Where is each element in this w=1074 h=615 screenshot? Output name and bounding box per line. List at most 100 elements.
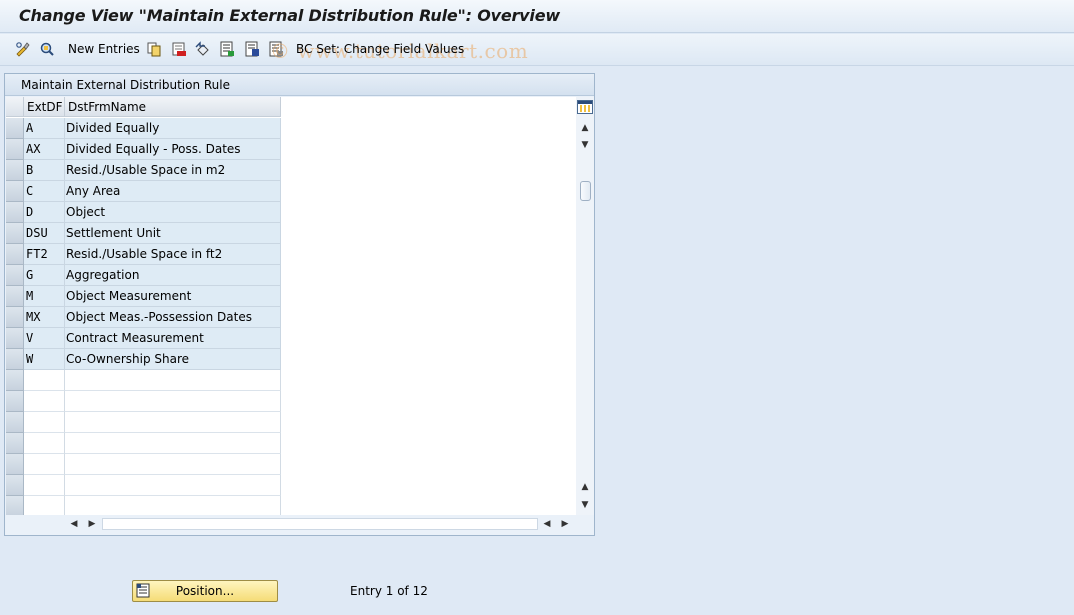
cell-extdf[interactable]: G	[24, 265, 65, 286]
cell-dstfrmname[interactable]: Divided Equally - Poss. Dates	[65, 139, 281, 160]
cell-dstfrmname[interactable]: Settlement Unit	[65, 223, 281, 244]
copy-icon[interactable]	[146, 41, 162, 57]
scroll-up-icon[interactable]: ▲	[579, 122, 591, 134]
horizontal-scroll-track[interactable]	[102, 518, 538, 530]
empty-table-row	[6, 391, 281, 412]
table-row: M Object Measurement	[6, 286, 281, 307]
row-selector[interactable]	[6, 286, 24, 307]
cell-dstfrmname[interactable]	[65, 475, 281, 496]
row-selector[interactable]	[6, 412, 24, 433]
cell-extdf[interactable]: AX	[24, 139, 65, 160]
page-up-icon[interactable]: ▲	[579, 481, 591, 493]
row-selector[interactable]	[6, 349, 24, 370]
row-selector[interactable]	[6, 433, 24, 454]
table-row: DSU Settlement Unit	[6, 223, 281, 244]
cell-dstfrmname[interactable]	[65, 454, 281, 475]
table-row: AX Divided Equally - Poss. Dates	[6, 139, 281, 160]
entry-counter: Entry 1 of 12	[350, 584, 428, 598]
cell-dstfrmname[interactable]	[65, 370, 281, 391]
cell-extdf[interactable]: B	[24, 160, 65, 181]
position-icon	[136, 583, 151, 598]
scroll-right-icon[interactable]: ▶	[86, 518, 98, 530]
cell-dstfrmname[interactable]: Any Area	[65, 181, 281, 202]
cell-dstfrmname[interactable]	[65, 496, 281, 517]
cell-extdf[interactable]: FT2	[24, 244, 65, 265]
other-view-icon[interactable]	[39, 41, 55, 57]
row-selector[interactable]	[6, 160, 24, 181]
select-block-icon[interactable]	[244, 41, 260, 57]
cell-extdf[interactable]	[24, 391, 65, 412]
row-selector[interactable]	[6, 139, 24, 160]
row-selector[interactable]	[6, 370, 24, 391]
row-selector[interactable]	[6, 496, 24, 517]
cell-extdf[interactable]	[24, 454, 65, 475]
cell-dstfrmname[interactable]: Object	[65, 202, 281, 223]
cell-dstfrmname[interactable]: Object Measurement	[65, 286, 281, 307]
empty-table-row	[6, 433, 281, 454]
column-header-extdf[interactable]: ExtDF	[24, 97, 65, 117]
cell-dstfrmname[interactable]: Object Meas.-Possession Dates	[65, 307, 281, 328]
row-selector[interactable]	[6, 181, 24, 202]
scroll-down-icon[interactable]: ▼	[579, 499, 591, 511]
bc-set-button[interactable]: BC Set: Change Field Values	[296, 42, 464, 56]
table-grid: ExtDF DstFrmName A Divided Equally AX Divid…	[6, 97, 576, 517]
cell-extdf[interactable]	[24, 475, 65, 496]
vertical-scrollbar[interactable]: ▲ ▼ ▲ ▼	[576, 97, 594, 515]
empty-table-row	[6, 475, 281, 496]
row-selector[interactable]	[6, 244, 24, 265]
cell-dstfrmname[interactable]	[65, 391, 281, 412]
empty-table-row	[6, 370, 281, 391]
cell-extdf[interactable]	[24, 412, 65, 433]
row-selector[interactable]	[6, 223, 24, 244]
cell-dstfrmname[interactable]: Aggregation	[65, 265, 281, 286]
scroll-left-end-icon[interactable]: ◀	[541, 518, 553, 530]
row-selector[interactable]	[6, 265, 24, 286]
row-selector[interactable]	[6, 118, 24, 139]
row-selector[interactable]	[6, 454, 24, 475]
cell-extdf[interactable]: D	[24, 202, 65, 223]
cell-extdf[interactable]	[24, 433, 65, 454]
cell-extdf[interactable]: MX	[24, 307, 65, 328]
cell-extdf[interactable]: C	[24, 181, 65, 202]
cell-dstfrmname[interactable]	[65, 433, 281, 454]
cell-dstfrmname[interactable]: Contract Measurement	[65, 328, 281, 349]
row-selector[interactable]	[6, 307, 24, 328]
cell-extdf[interactable]	[24, 496, 65, 517]
cell-dstfrmname[interactable]: Resid./Usable Space in m2	[65, 160, 281, 181]
select-all-rows-cell[interactable]	[6, 97, 24, 117]
delete-icon[interactable]	[171, 41, 187, 57]
table-row: V Contract Measurement	[6, 328, 281, 349]
table-row: A Divided Equally	[6, 118, 281, 139]
cell-extdf[interactable]: DSU	[24, 223, 65, 244]
column-settings-icon[interactable]	[577, 100, 593, 114]
table-control: Maintain External Distribution Rule ExtD…	[4, 73, 595, 536]
empty-table-row	[6, 496, 281, 517]
row-selector[interactable]	[6, 475, 24, 496]
page-down-icon[interactable]: ▼	[579, 139, 591, 151]
row-selector[interactable]	[6, 328, 24, 349]
page-title: Change View "Maintain External Distribut…	[19, 6, 560, 25]
cell-extdf[interactable]: A	[24, 118, 65, 139]
table-row: C Any Area	[6, 181, 281, 202]
column-header-dstfrmname[interactable]: DstFrmName	[65, 97, 281, 117]
cell-extdf[interactable]	[24, 370, 65, 391]
horizontal-scrollbar[interactable]: ◀ ▶ ◀ ▶	[6, 515, 576, 533]
scroll-left-icon[interactable]: ◀	[68, 518, 80, 530]
scroll-thumb[interactable]	[580, 181, 591, 201]
cell-dstfrmname[interactable]: Divided Equally	[65, 118, 281, 139]
position-button[interactable]: Position...	[132, 580, 278, 602]
display-change-icon[interactable]	[15, 41, 31, 57]
cell-dstfrmname[interactable]	[65, 412, 281, 433]
row-selector[interactable]	[6, 391, 24, 412]
cell-dstfrmname[interactable]: Co-Ownership Share	[65, 349, 281, 370]
cell-dstfrmname[interactable]: Resid./Usable Space in ft2	[65, 244, 281, 265]
cell-extdf[interactable]: V	[24, 328, 65, 349]
new-entries-button[interactable]: New Entries	[68, 42, 140, 56]
undo-icon[interactable]	[195, 41, 211, 57]
table-row: FT2 Resid./Usable Space in ft2	[6, 244, 281, 265]
cell-extdf[interactable]: M	[24, 286, 65, 307]
cell-extdf[interactable]: W	[24, 349, 65, 370]
row-selector[interactable]	[6, 202, 24, 223]
scroll-right-end-icon[interactable]: ▶	[559, 518, 571, 530]
select-all-icon[interactable]	[219, 41, 235, 57]
